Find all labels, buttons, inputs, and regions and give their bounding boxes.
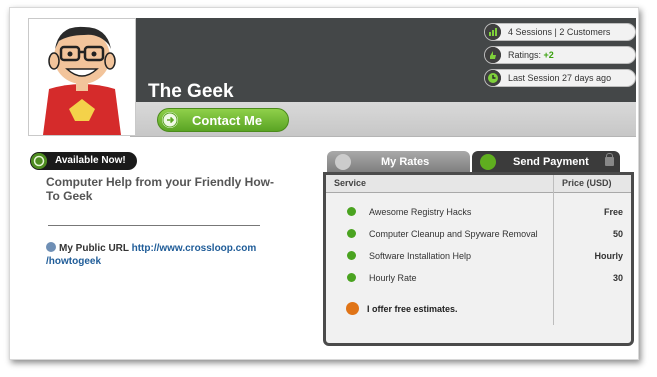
table-row: Awesome Registry Hacks Free: [326, 203, 631, 221]
estimate-note: I offer free estimates.: [346, 302, 458, 315]
service-name: Hourly Rate: [369, 273, 417, 283]
tab-my-rates-label: My Rates: [381, 156, 430, 168]
divider: [48, 225, 260, 226]
payment-icon: [480, 154, 496, 170]
lock-icon: [605, 153, 614, 166]
avatar: [28, 18, 136, 136]
ratings-label: Ratings:: [508, 50, 542, 60]
ratings-badge: Ratings: +2: [484, 46, 636, 64]
service-price: 30: [612, 273, 623, 283]
estimate-note-text: I offer free estimates.: [367, 304, 458, 314]
bar-chart-icon: [485, 24, 501, 40]
service-price: 50: [612, 229, 623, 239]
service-name: Computer Cleanup and Spyware Removal: [369, 229, 538, 239]
table-row: Computer Cleanup and Spyware Removal 50: [326, 225, 631, 243]
green-arrow-icon: [347, 273, 356, 282]
availability-badge: Available Now!: [30, 152, 137, 170]
tab-my-rates[interactable]: My Rates: [327, 151, 470, 173]
contact-me-button[interactable]: Contact Me: [157, 108, 289, 132]
profile-card: The Geek Contact Me 4 Sessions | 2 Custo…: [9, 7, 639, 360]
service-name: Software Installation Help: [369, 251, 472, 261]
arrow-right-icon: [162, 112, 178, 128]
service-name: Awesome Registry Hacks: [369, 207, 472, 217]
service-price: Free: [603, 207, 623, 217]
power-icon: [31, 153, 47, 169]
last-session-badge: Last Session 27 days ago: [484, 69, 636, 87]
price-column-header: Price (USD): [562, 178, 612, 188]
thumbs-icon: [485, 47, 501, 63]
service-column-header: Service: [334, 178, 367, 188]
rates-panel: Service Price (USD) Awesome Registry Hac…: [323, 172, 634, 346]
public-url-label: My Public URL: [59, 243, 129, 254]
tab-send-payment[interactable]: Send Payment: [472, 151, 620, 173]
profile-headline: Computer Help from your Friendly How-To …: [46, 175, 275, 203]
sessions-text: 4 Sessions | 2 Customers: [508, 27, 611, 37]
service-price: Hourly: [594, 251, 623, 261]
green-arrow-icon: [347, 229, 356, 238]
wrench-icon: [335, 154, 351, 170]
table-row: Software Installation Help Hourly: [326, 247, 631, 265]
last-session-text: Last Session 27 days ago: [508, 73, 612, 83]
green-arrow-icon: [347, 251, 356, 260]
green-arrow-icon: [347, 207, 356, 216]
tab-send-payment-label: Send Payment: [513, 156, 589, 168]
public-url-row: My Public URL http://www.crossloop.com /…: [46, 242, 286, 268]
availability-label: Available Now!: [55, 155, 126, 166]
exclamation-icon: [346, 302, 359, 315]
clock-icon: [485, 70, 501, 86]
rates-table-header: Service Price (USD): [326, 175, 631, 193]
table-row: Hourly Rate 30: [326, 269, 631, 287]
ratings-value: +2: [543, 50, 554, 60]
profile-name: The Geek: [148, 81, 234, 102]
sessions-badge: 4 Sessions | 2 Customers: [484, 23, 636, 41]
contact-me-label: Contact Me: [192, 113, 263, 128]
globe-icon: [46, 242, 56, 252]
